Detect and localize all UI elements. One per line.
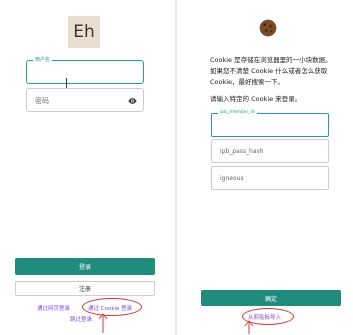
app-logo: Eh [68,16,100,48]
annotation-ellipse [82,298,142,316]
ipb-pass-hash-field[interactable]: ipb_pass_hash [211,139,329,163]
igneous-placeholder: igneous [220,175,244,182]
annotation-arrow-icon-2 [244,320,254,334]
ipb-member-id-label: ipb_member_id [218,109,257,117]
login-screen: Eh 用户名 密码 登录 注册 通过网页登录 通过 Cookie 登录 跳过登录 [0,0,172,335]
cookie-instruction: 请输入特定的 Cookie 来登录。 [210,95,302,103]
web-login-link[interactable]: 通过网页登录 [37,304,70,312]
password-field[interactable]: 密码 [26,88,144,112]
register-button[interactable]: 注册 [15,281,155,296]
ipb-pass-hash-placeholder: ipb_pass_hash [220,148,264,155]
eye-icon[interactable] [127,96,138,106]
skip-login-link[interactable]: 跳过登录 [70,315,92,323]
panel-divider [175,0,177,335]
annotation-arrow-icon [98,313,108,333]
ipb-member-id-field[interactable]: ipb_member_id [211,109,329,137]
confirm-button[interactable]: 确定 [201,290,341,306]
cookie-description: Cookie 是存储在浏览器里的一小块数据。如果您不清楚 Cookie 什么或者… [210,56,332,86]
igneous-field[interactable]: igneous [211,166,329,190]
username-label: 用户名 [33,56,53,64]
login-button[interactable]: 登录 [15,258,155,275]
password-placeholder: 密码 [35,97,49,105]
cookie-icon [259,19,277,37]
username-field[interactable]: 用户名 [26,56,144,84]
